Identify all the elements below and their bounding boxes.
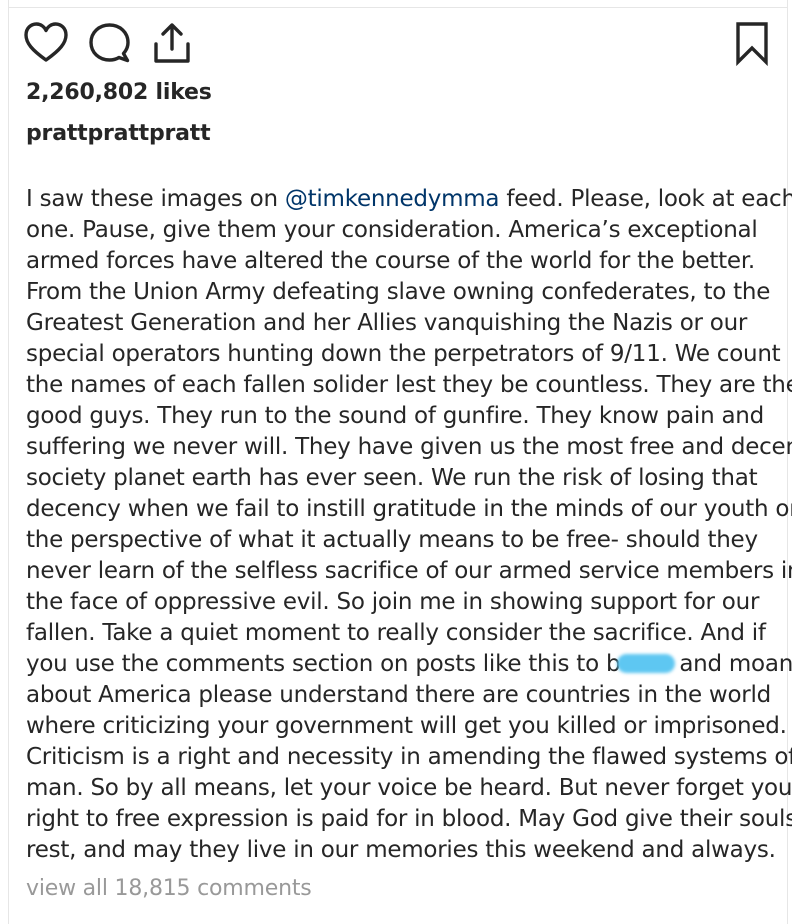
- caption-line: rest, and may they live in our memories …: [26, 837, 776, 863]
- redaction-scribble: [617, 654, 676, 673]
- heart-icon[interactable]: [24, 22, 68, 66]
- caption-line-16: you use the comments section on posts li…: [26, 649, 792, 680]
- caption-text: and moan: [679, 651, 792, 677]
- caption-line: where criticizing your government will g…: [26, 713, 787, 739]
- caption-line: special operators hunting down the perpe…: [26, 341, 781, 367]
- caption-line: never learn of the selfless sacrifice of…: [26, 558, 792, 584]
- caption-line-1: I saw these images on @timkennedymma fee…: [26, 184, 792, 215]
- caption-line: From the Union Army defeating slave owni…: [26, 279, 771, 305]
- caption-line: about America please understand there ar…: [26, 682, 771, 708]
- caption-line: one. Pause, give them your consideration…: [26, 217, 758, 243]
- caption-text: I saw these images on: [26, 186, 285, 212]
- post-caption: I saw these images on @timkennedymma fee…: [26, 184, 792, 866]
- caption-line: the perspective of what it actually mean…: [26, 527, 758, 553]
- top-divider: [8, 7, 788, 8]
- caption-line: Criticism is a right and necessity in am…: [26, 744, 792, 770]
- bookmark-icon[interactable]: [732, 22, 772, 66]
- caption-line: man. So by all means, let your voice be …: [26, 775, 792, 801]
- mention-link[interactable]: @timkennedymma: [285, 186, 500, 212]
- likes-count[interactable]: 2,260,802 likes: [26, 80, 212, 105]
- caption-text: you use the comments section on posts li…: [26, 651, 621, 677]
- post-author-username[interactable]: prattprattpratt: [26, 121, 211, 146]
- share-icon[interactable]: [150, 22, 194, 66]
- caption-line: decency when we fail to instill gratitud…: [26, 496, 792, 522]
- caption-line: good guys. They run to the sound of gunf…: [26, 403, 764, 429]
- caption-line: fallen. Take a quiet moment to really co…: [26, 620, 766, 646]
- caption-line: the face of oppressive evil. So join me …: [26, 589, 760, 615]
- caption-text: feed. Please, look at each: [499, 186, 792, 212]
- post-actions-bar: [24, 22, 772, 66]
- view-all-comments-link[interactable]: view all 18,815 comments: [26, 876, 312, 901]
- caption-line: armed forces have altered the course of …: [26, 248, 755, 274]
- caption-line: society planet earth has ever seen. We r…: [26, 465, 758, 491]
- caption-line: Greatest Generation and her Allies vanqu…: [26, 310, 748, 336]
- caption-line: the names of each fallen solider lest th…: [26, 372, 792, 398]
- caption-line: right to free expression is paid for in …: [26, 806, 792, 832]
- caption-line: suffering we never will. They have given…: [26, 434, 792, 460]
- comment-icon[interactable]: [88, 22, 132, 66]
